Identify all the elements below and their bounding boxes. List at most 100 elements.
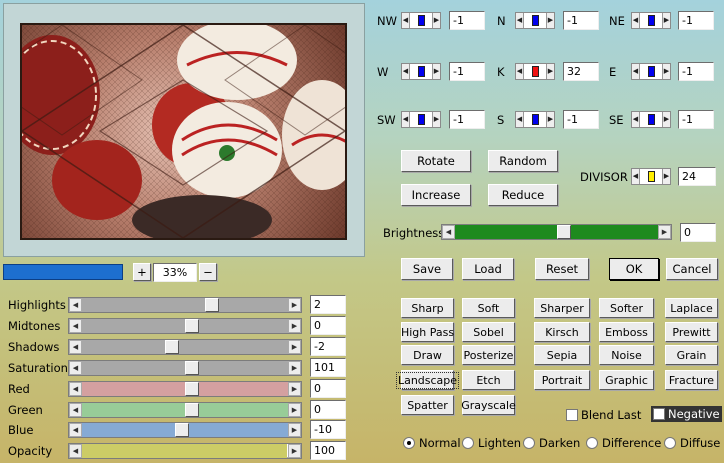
filter-noise-button[interactable]: Noise bbox=[599, 345, 654, 365]
slider-thumb[interactable] bbox=[418, 114, 425, 125]
shadows-slider[interactable]: ◀ ▶ bbox=[68, 339, 302, 355]
slider-thumb[interactable] bbox=[532, 66, 539, 77]
filter-portrait-button[interactable]: Portrait bbox=[534, 370, 590, 390]
filter-sobel-button[interactable]: Sobel bbox=[462, 322, 515, 342]
slider-left-arrow-icon[interactable]: ◀ bbox=[632, 169, 640, 184]
slider-thumb[interactable] bbox=[557, 225, 571, 239]
slider-right-arrow-icon[interactable]: ▶ bbox=[546, 13, 554, 28]
filter-sharp-button[interactable]: Sharp bbox=[401, 298, 454, 318]
slider-right-arrow-icon[interactable]: ▶ bbox=[432, 112, 440, 127]
divisor-value[interactable]: 24 bbox=[678, 167, 716, 186]
increase-button[interactable]: Increase bbox=[401, 184, 471, 206]
slider-left-arrow-icon[interactable]: ◀ bbox=[69, 382, 82, 396]
slider-left-arrow-icon[interactable]: ◀ bbox=[69, 319, 82, 333]
red-value[interactable]: 0 bbox=[310, 379, 346, 398]
slider-right-arrow-icon[interactable]: ▶ bbox=[662, 112, 670, 127]
filter-emboss-button[interactable]: Emboss bbox=[599, 322, 654, 342]
slider-right-arrow-icon[interactable]: ▶ bbox=[662, 169, 670, 184]
matrix-w-slider[interactable]: ◀ ▶ bbox=[401, 63, 441, 80]
slider-right-arrow-icon[interactable]: ▶ bbox=[658, 225, 671, 239]
matrix-s-slider[interactable]: ◀ ▶ bbox=[515, 111, 555, 128]
matrix-k-value[interactable]: 32 bbox=[563, 62, 599, 81]
slider-left-arrow-icon[interactable]: ◀ bbox=[69, 298, 82, 312]
slider-thumb[interactable] bbox=[205, 298, 219, 312]
reset-button[interactable]: Reset bbox=[535, 258, 589, 280]
slider-thumb[interactable] bbox=[648, 171, 655, 182]
filter-kirsch-button[interactable]: Kirsch bbox=[534, 322, 590, 342]
filter-etch-button[interactable]: Etch bbox=[462, 370, 515, 390]
slider-right-arrow-icon[interactable]: ▶ bbox=[288, 403, 301, 417]
slider-left-arrow-icon[interactable]: ◀ bbox=[69, 423, 82, 437]
slider-left-arrow-icon[interactable]: ◀ bbox=[402, 13, 410, 28]
matrix-se-value[interactable]: -1 bbox=[678, 110, 714, 129]
matrix-n-value[interactable]: -1 bbox=[563, 11, 599, 30]
brightness-value[interactable]: 0 bbox=[680, 223, 716, 242]
slider-left-arrow-icon[interactable]: ◀ bbox=[516, 64, 524, 79]
blue-slider[interactable]: ◀ ▶ bbox=[68, 422, 302, 438]
filter-draw-button[interactable]: Draw bbox=[401, 345, 454, 365]
matrix-n-slider[interactable]: ◀ ▶ bbox=[515, 12, 555, 29]
saturation-value[interactable]: 101 bbox=[310, 358, 346, 377]
filter-graphic-button[interactable]: Graphic bbox=[599, 370, 654, 390]
filter-prewitt-button[interactable]: Prewitt bbox=[665, 322, 718, 342]
reduce-button[interactable]: Reduce bbox=[488, 184, 558, 206]
slider-right-arrow-icon[interactable]: ▶ bbox=[288, 340, 301, 354]
slider-right-arrow-icon[interactable]: ▶ bbox=[546, 64, 554, 79]
opacity-slider[interactable]: ◀ ▶ bbox=[68, 443, 302, 459]
radio-circle-icon[interactable] bbox=[664, 437, 676, 449]
mode-diffuse-radio[interactable]: Diffuse bbox=[664, 436, 720, 450]
filter-softer-button[interactable]: Softer bbox=[599, 298, 654, 318]
midtones-slider[interactable]: ◀ ▶ bbox=[68, 318, 302, 334]
radio-circle-icon[interactable] bbox=[462, 437, 474, 449]
slider-left-arrow-icon[interactable]: ◀ bbox=[402, 112, 410, 127]
filter-sepia-button[interactable]: Sepia bbox=[534, 345, 590, 365]
mode-darken-radio[interactable]: Darken bbox=[523, 436, 580, 450]
radio-circle-icon[interactable] bbox=[586, 437, 598, 449]
rotate-button[interactable]: Rotate bbox=[401, 150, 471, 172]
filter-landscape-button[interactable]: Landscape bbox=[395, 370, 460, 390]
matrix-nw-slider[interactable]: ◀ ▶ bbox=[401, 12, 441, 29]
slider-thumb[interactable] bbox=[418, 15, 425, 26]
filter-sharper-button[interactable]: Sharper bbox=[534, 298, 590, 318]
slider-thumb[interactable] bbox=[185, 382, 199, 396]
slider-right-arrow-icon[interactable]: ▶ bbox=[662, 13, 670, 28]
slider-left-arrow-icon[interactable]: ◀ bbox=[69, 340, 82, 354]
slider-thumb[interactable] bbox=[532, 114, 539, 125]
slider-thumb[interactable] bbox=[418, 66, 425, 77]
mode-difference-radio[interactable]: Difference bbox=[586, 436, 661, 450]
slider-left-arrow-icon[interactable]: ◀ bbox=[632, 64, 640, 79]
slider-right-arrow-icon[interactable]: ▶ bbox=[432, 13, 440, 28]
blend-last-checkbox[interactable] bbox=[566, 409, 578, 421]
slider-left-arrow-icon[interactable]: ◀ bbox=[69, 403, 82, 417]
matrix-se-slider[interactable]: ◀ ▶ bbox=[631, 111, 671, 128]
radio-circle-icon[interactable] bbox=[403, 437, 415, 449]
matrix-s-value[interactable]: -1 bbox=[563, 110, 599, 129]
midtones-value[interactable]: 0 bbox=[310, 316, 346, 335]
filter-soft-button[interactable]: Soft bbox=[462, 298, 515, 318]
slider-thumb[interactable] bbox=[648, 66, 655, 77]
zoom-in-button[interactable]: + bbox=[133, 263, 151, 281]
shadows-value[interactable]: -2 bbox=[310, 337, 346, 356]
mode-lighten-radio[interactable]: Lighten bbox=[462, 436, 521, 450]
slider-thumb[interactable] bbox=[648, 15, 655, 26]
slider-left-arrow-icon[interactable]: ◀ bbox=[632, 112, 640, 127]
slider-thumb[interactable] bbox=[175, 423, 189, 437]
random-button[interactable]: Random bbox=[488, 150, 558, 172]
slider-thumb[interactable] bbox=[185, 403, 199, 417]
matrix-k-slider[interactable]: ◀ ▶ bbox=[515, 63, 555, 80]
matrix-w-value[interactable]: -1 bbox=[449, 62, 485, 81]
matrix-sw-slider[interactable]: ◀ ▶ bbox=[401, 111, 441, 128]
filter-fracture-button[interactable]: Fracture bbox=[665, 370, 718, 390]
red-slider[interactable]: ◀ ▶ bbox=[68, 381, 302, 397]
opacity-value[interactable]: 100 bbox=[310, 441, 346, 460]
matrix-ne-value[interactable]: -1 bbox=[678, 11, 714, 30]
filter-posterize-button[interactable]: Posterize bbox=[462, 345, 515, 365]
slider-left-arrow-icon[interactable]: ◀ bbox=[516, 112, 524, 127]
filter-high-pass-button[interactable]: High Pass bbox=[401, 322, 454, 342]
radio-circle-icon[interactable] bbox=[523, 437, 535, 449]
blue-value[interactable]: -10 bbox=[310, 420, 346, 439]
cancel-button[interactable]: Cancel bbox=[666, 258, 718, 280]
matrix-sw-value[interactable]: -1 bbox=[449, 110, 485, 129]
slider-right-arrow-icon[interactable]: ▶ bbox=[288, 382, 301, 396]
slider-right-arrow-icon[interactable]: ▶ bbox=[288, 423, 301, 437]
